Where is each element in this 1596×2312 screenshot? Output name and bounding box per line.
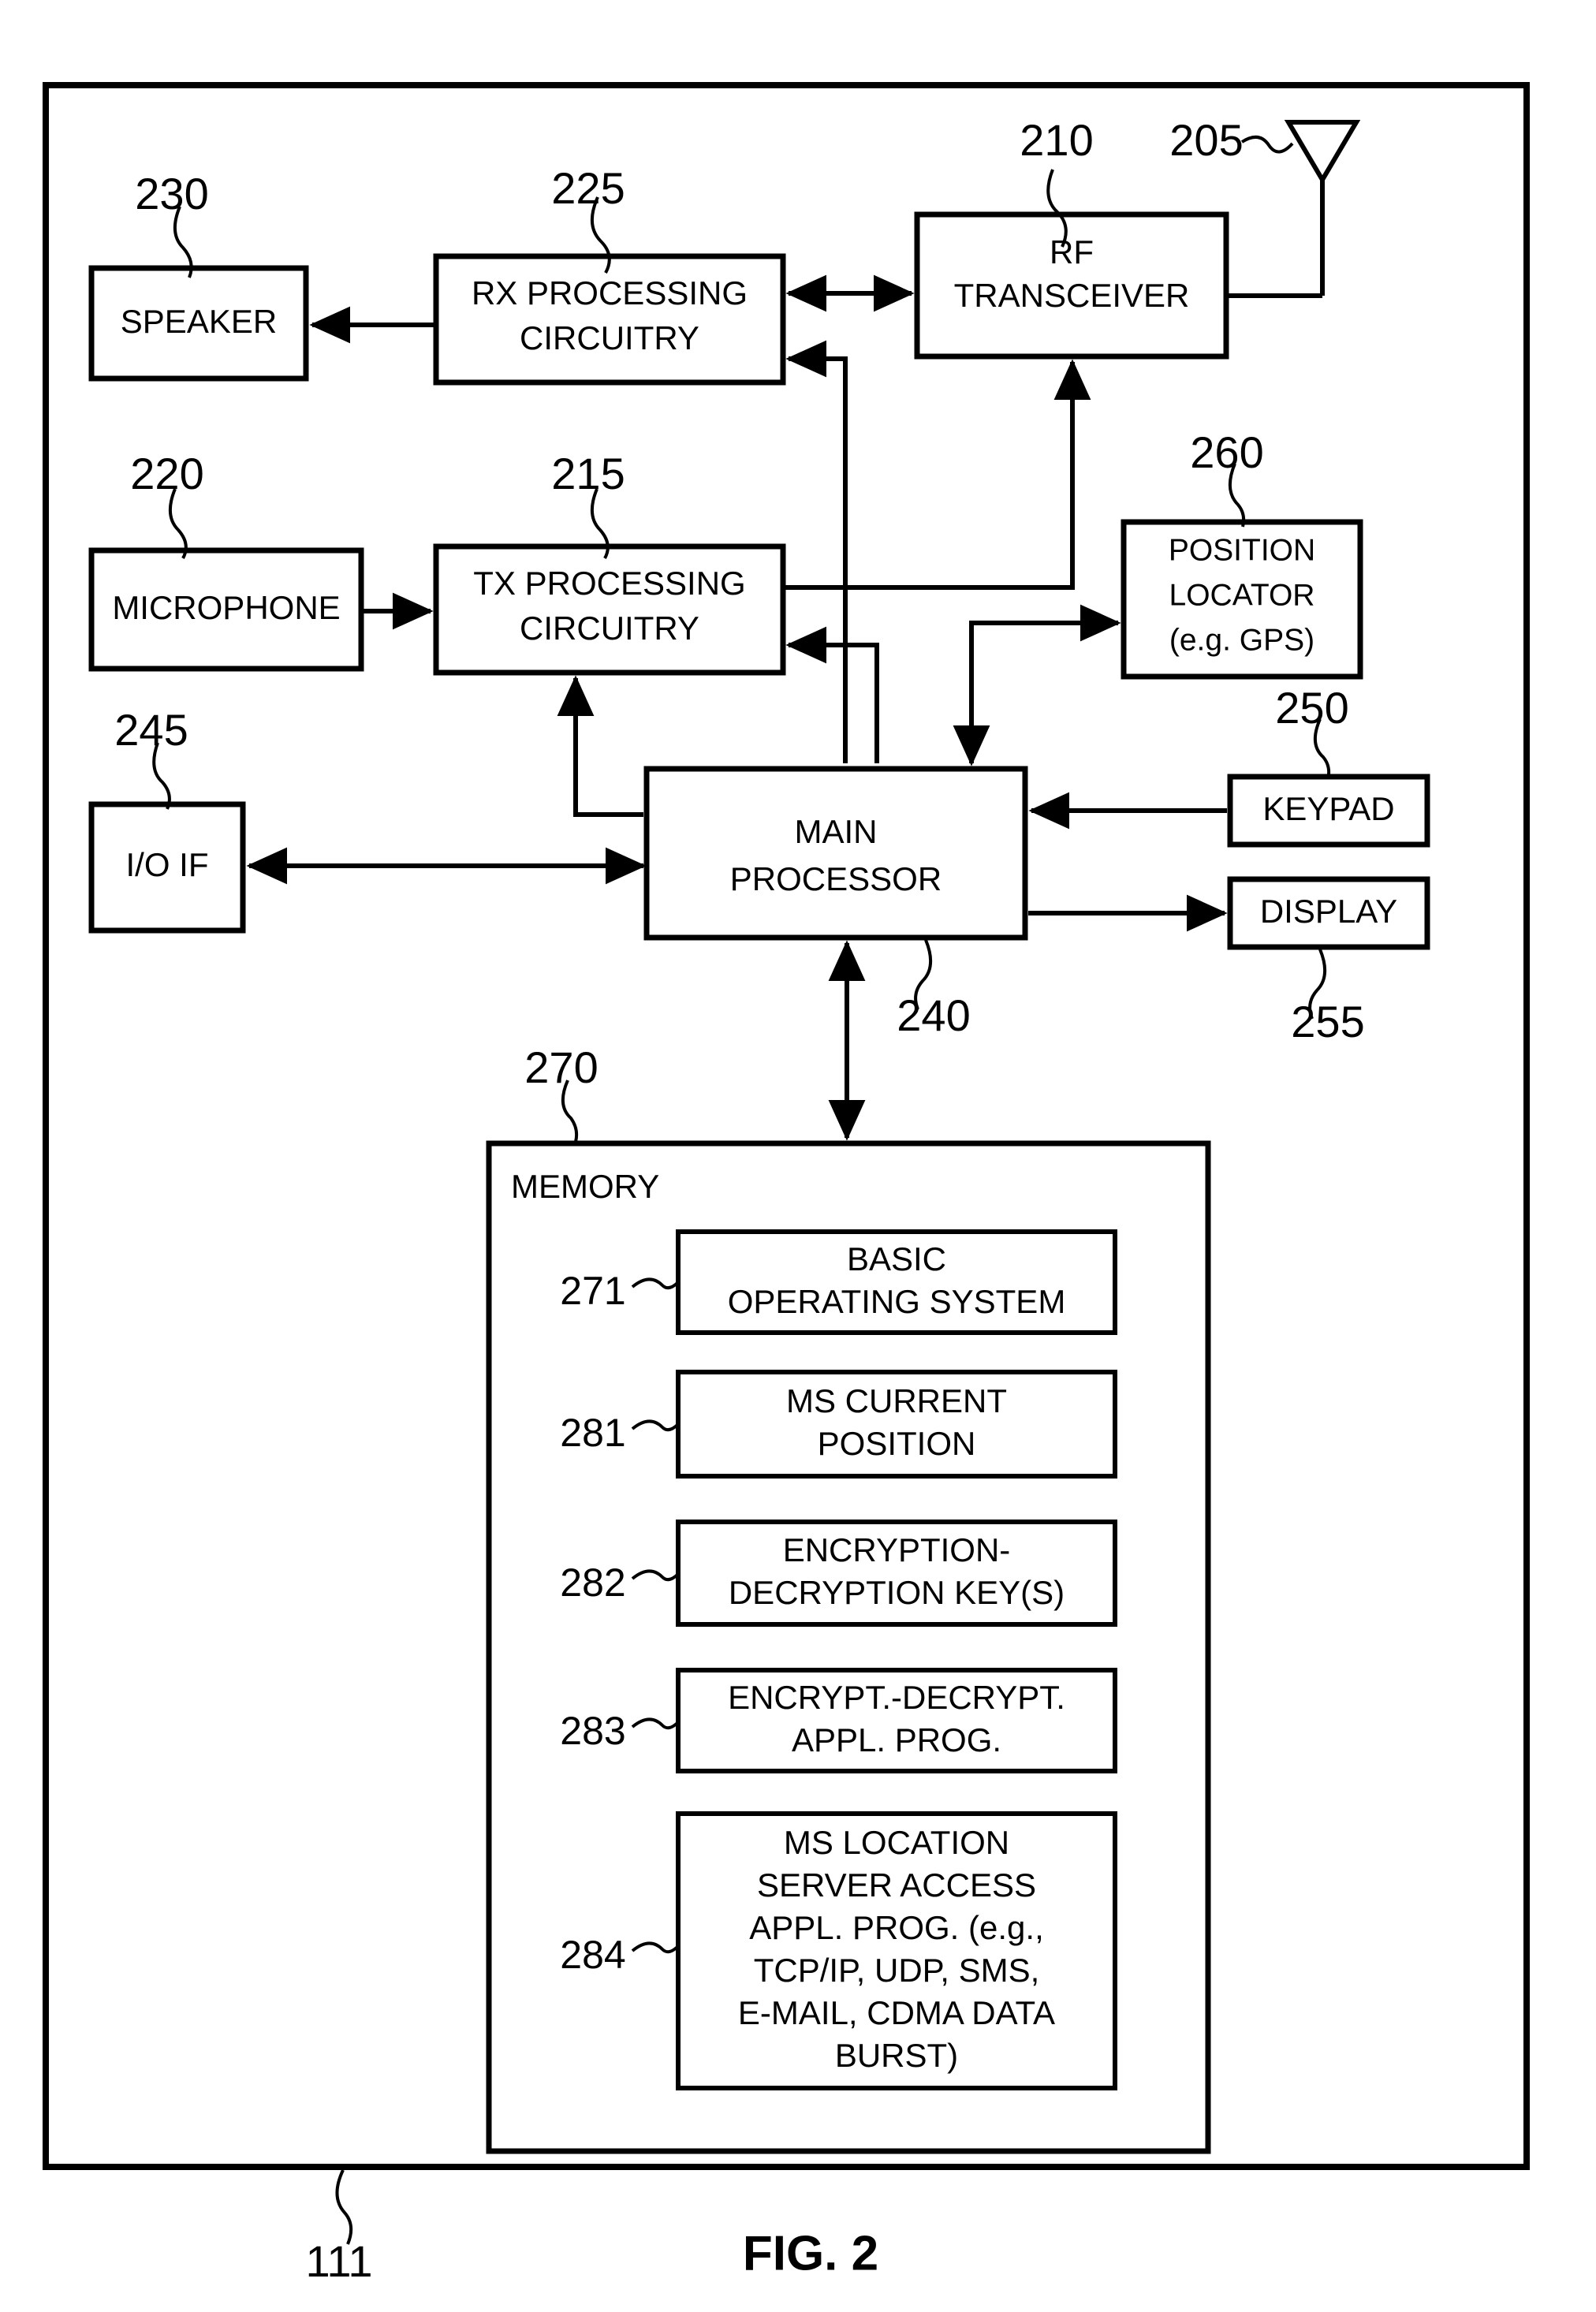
position-locator-label-line3: (e.g. GPS) [1169, 623, 1314, 657]
tx-processing-label-line2: CIRCUITRY [520, 610, 699, 647]
leader-111 [335, 2169, 353, 2245]
memory-item-label-284-line4: TCP/IP, UDP, SMS, [754, 1952, 1040, 1989]
speaker-label: SPEAKER [121, 303, 277, 340]
memory-item-label-281-line2: POSITION [818, 1425, 976, 1462]
memory-item-label-283-line1: ENCRYPT.-DECRYPT. [728, 1679, 1065, 1716]
memory-item-label-281-line1: MS CURRENT [786, 1382, 1007, 1419]
patent-figure: RF TRANSCEIVER RX PROCESSING CIRCUITRY S… [0, 0, 1596, 2312]
ref-number-215: 215 [551, 449, 625, 498]
ref-number-230: 230 [135, 169, 208, 218]
memory-item-label-284-line1: MS LOCATION [784, 1824, 1009, 1861]
microphone-label: MICROPHONE [112, 589, 340, 626]
position-locator-label-line2: LOCATOR [1169, 578, 1315, 612]
main-processor-label-line2: PROCESSOR [730, 860, 942, 897]
ref-number-210: 210 [1020, 115, 1093, 165]
ref-number-255: 255 [1291, 997, 1364, 1046]
ref-number-270: 270 [524, 1042, 598, 1092]
ref-number-225: 225 [551, 163, 625, 213]
memory-item-label-282-line1: ENCRYPTION- [783, 1531, 1011, 1568]
rf-transceiver-label-line2: TRANSCEIVER [954, 277, 1190, 314]
ref-number-281: 281 [560, 1411, 625, 1455]
figure-caption: FIG. 2 [743, 2226, 878, 2280]
memory-item-label-284-line2: SERVER ACCESS [757, 1866, 1036, 1904]
memory-item-label-284-line6: BURST) [835, 2037, 958, 2074]
rx-processing-label-line2: CIRCUITRY [520, 319, 699, 356]
memory-item-label-282-line2: DECRYPTION KEY(S) [729, 1574, 1065, 1611]
ref-number-284: 284 [560, 1933, 625, 1977]
memory-item-label-283-line2: APPL. PROG. [792, 1721, 1001, 1758]
block-diagram: RF TRANSCEIVER RX PROCESSING CIRCUITRY S… [43, 82, 1530, 2286]
ref-number-240: 240 [897, 990, 970, 1040]
keypad-label: KEYPAD [1262, 790, 1394, 827]
position-locator-label-line1: POSITION [1169, 533, 1315, 567]
ref-number-250: 250 [1275, 683, 1348, 733]
ref-number-283: 283 [560, 1709, 625, 1753]
ref-number-282: 282 [560, 1561, 625, 1605]
main-processor-box [643, 766, 1028, 941]
ref-number-260: 260 [1190, 427, 1263, 477]
ref-number-111: 111 [305, 2236, 372, 2286]
memory-item-label-271-line1: BASIC [847, 1240, 946, 1277]
memory-item-label-271-line2: OPERATING SYSTEM [728, 1283, 1066, 1320]
ref-number-271: 271 [560, 1269, 625, 1313]
rx-processing-label-line1: RX PROCESSING [472, 274, 748, 311]
rf-transceiver-label-line1: RF [1050, 233, 1094, 270]
ref-number-205: 205 [1169, 115, 1243, 165]
ref-number-220: 220 [130, 449, 203, 498]
io-if-label: I/O IF [126, 846, 209, 883]
memory-item-label-284-line5: E-MAIL, CDMA DATA [738, 1994, 1055, 2031]
main-processor-label-line1: MAIN [795, 813, 878, 850]
memory-item-label-284-line3: APPL. PROG. (e.g., [749, 1909, 1043, 1946]
display-label: DISPLAY [1260, 893, 1397, 930]
tx-processing-label-line1: TX PROCESSING [473, 565, 745, 602]
ref-number-245: 245 [114, 705, 188, 755]
memory-title: MEMORY [511, 1168, 659, 1205]
